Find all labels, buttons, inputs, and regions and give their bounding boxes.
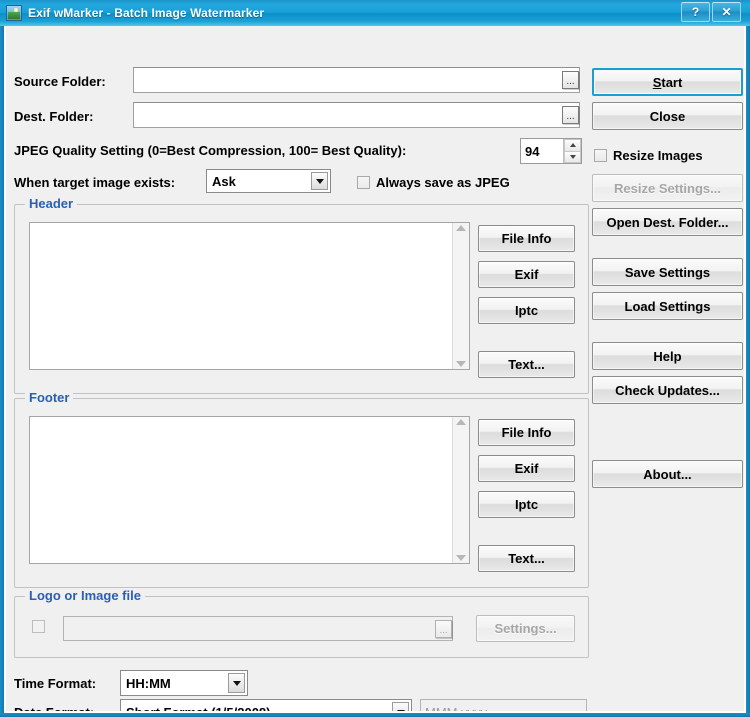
save-settings-button[interactable]: Save Settings	[592, 258, 743, 286]
footer-file-info-button[interactable]: File Info	[478, 419, 575, 446]
load-settings-button[interactable]: Load Settings	[592, 292, 743, 320]
checkbox-box	[32, 620, 45, 633]
target-exists-label: When target image exists:	[14, 175, 175, 190]
window-border-right	[746, 26, 750, 717]
footer-text-content[interactable]	[30, 417, 452, 563]
footer-text-button[interactable]: Text...	[478, 545, 575, 572]
open-dest-folder-button[interactable]: Open Dest. Folder...	[592, 208, 743, 236]
footer-group-title: Footer	[25, 390, 73, 405]
time-format-dropdown[interactable]: HH:MM	[120, 670, 248, 696]
window-border-inner-bottom	[4, 711, 746, 713]
logo-group: Logo or Image file ... Settings...	[14, 596, 589, 658]
footer-group: Footer File Info Exif Iptc Text...	[14, 398, 589, 588]
about-button[interactable]: About...	[592, 460, 743, 488]
jpeg-quality-label: JPEG Quality Setting (0=Best Compression…	[14, 143, 406, 158]
help-panel-button[interactable]: Help	[592, 342, 743, 370]
logo-group-title: Logo or Image file	[25, 588, 145, 603]
jpeg-quality-spin-buttons	[563, 139, 581, 163]
target-exists-value: Ask	[207, 174, 311, 189]
dest-folder-label: Dest. Folder:	[14, 109, 93, 124]
header-group: Header File Info Exif Iptc Text...	[14, 204, 589, 394]
header-group-title: Header	[25, 196, 77, 211]
window-border-inner-left	[4, 26, 6, 713]
logo-settings-button[interactable]: Settings...	[476, 615, 575, 642]
chevron-down-icon[interactable]	[311, 172, 328, 190]
source-folder-input[interactable]	[133, 67, 580, 93]
spin-up-icon[interactable]	[564, 139, 581, 151]
title-bar: Exif wMarker - Batch Image Watermarker ?…	[0, 0, 750, 26]
footer-exif-button[interactable]: Exif	[478, 455, 575, 482]
source-folder-browse-button[interactable]: ...	[562, 71, 579, 89]
scroll-up-icon[interactable]	[456, 225, 466, 231]
header-scrollbar[interactable]	[452, 223, 469, 369]
scroll-up-icon[interactable]	[456, 419, 466, 425]
jpeg-quality-stepper[interactable]: 94	[520, 138, 582, 164]
always-save-jpeg-checkbox[interactable]: Always save as JPEG	[357, 175, 510, 190]
header-textarea[interactable]	[29, 222, 470, 370]
chevron-down-icon[interactable]	[228, 673, 245, 693]
header-text-content[interactable]	[30, 223, 452, 369]
logo-enable-checkbox[interactable]	[32, 620, 45, 633]
title-bar-buttons: ? ✕	[681, 2, 741, 22]
time-format-value: HH:MM	[121, 676, 228, 691]
target-exists-dropdown[interactable]: Ask	[206, 169, 331, 193]
time-format-label: Time Format:	[14, 676, 96, 691]
dest-folder-input[interactable]	[133, 102, 580, 128]
check-updates-button[interactable]: Check Updates...	[592, 376, 743, 404]
logo-path-input[interactable]	[63, 616, 453, 641]
scroll-down-icon[interactable]	[456, 361, 466, 367]
scroll-down-icon[interactable]	[456, 555, 466, 561]
resize-settings-button[interactable]: Resize Settings...	[592, 174, 743, 202]
header-iptc-button[interactable]: Iptc	[478, 297, 575, 324]
header-text-button[interactable]: Text...	[478, 351, 575, 378]
help-button[interactable]: ?	[681, 2, 710, 22]
jpeg-quality-value[interactable]: 94	[521, 139, 563, 163]
spin-down-icon[interactable]	[564, 151, 581, 164]
window-title: Exif wMarker - Batch Image Watermarker	[28, 6, 264, 20]
start-button-rest: tart	[661, 75, 682, 90]
client-area: Source Folder: ... Dest. Folder: ... JPE…	[6, 26, 744, 711]
source-folder-label: Source Folder:	[14, 74, 106, 89]
close-button[interactable]: Close	[592, 102, 743, 130]
logo-browse-button[interactable]: ...	[435, 620, 452, 638]
window-border-bottom	[0, 713, 750, 717]
footer-textarea[interactable]	[29, 416, 470, 564]
start-button-label: Start	[653, 75, 683, 90]
checkbox-box	[594, 149, 607, 162]
footer-scrollbar[interactable]	[452, 417, 469, 563]
image-photo-icon	[6, 5, 22, 21]
start-button[interactable]: Start	[592, 68, 743, 96]
always-save-jpeg-label: Always save as JPEG	[376, 175, 510, 190]
resize-images-label: Resize Images	[613, 148, 703, 163]
footer-iptc-button[interactable]: Iptc	[478, 491, 575, 518]
checkbox-box	[357, 176, 370, 189]
application-window: Exif wMarker - Batch Image Watermarker ?…	[0, 0, 750, 717]
resize-images-checkbox[interactable]: Resize Images	[594, 148, 703, 163]
close-icon[interactable]: ✕	[712, 2, 741, 22]
dest-folder-browse-button[interactable]: ...	[562, 106, 579, 124]
window-border-inner-right	[744, 26, 746, 713]
header-file-info-button[interactable]: File Info	[478, 225, 575, 252]
header-exif-button[interactable]: Exif	[478, 261, 575, 288]
